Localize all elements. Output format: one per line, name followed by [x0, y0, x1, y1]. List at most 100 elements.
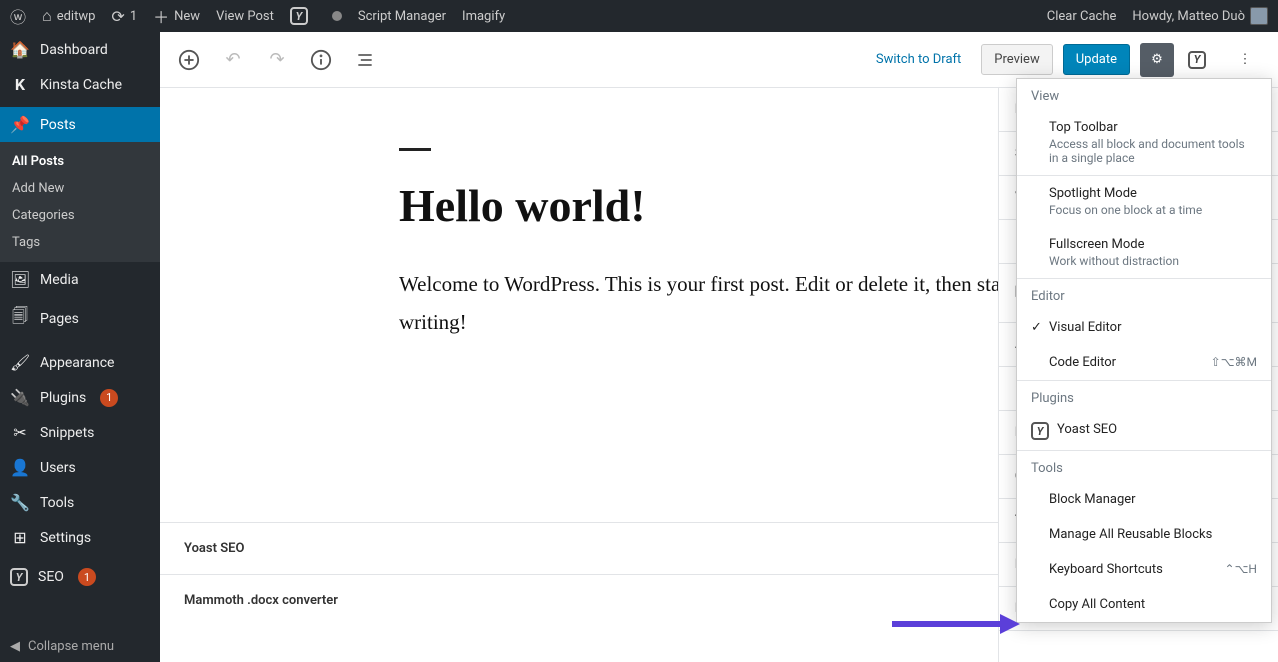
- menu-reusable-blocks[interactable]: Manage All Reusable Blocks: [1017, 517, 1271, 552]
- updates-link[interactable]: ⟳1: [111, 7, 137, 26]
- add-block-button[interactable]: [176, 47, 202, 73]
- wordpress-icon: ⓦ: [10, 4, 26, 28]
- sidebar-item-tools[interactable]: 🔧Tools: [0, 485, 160, 520]
- info-button[interactable]: [308, 47, 334, 73]
- site-name[interactable]: ⌂editwp: [42, 6, 95, 26]
- admin-bar: ⓦ ⌂editwp ⟳1 ＋ New View Post Y Script Man…: [0, 0, 1278, 32]
- menu-item-label: Visual Editor: [1049, 320, 1257, 335]
- sidebar-item-label: SEO: [38, 569, 64, 585]
- sidebar-item-users[interactable]: 👤Users: [0, 450, 160, 485]
- panel-title: Yoast SEO: [184, 541, 244, 556]
- switch-to-draft-button[interactable]: Switch to Draft: [876, 52, 961, 67]
- sidebar-item-appearance[interactable]: 🖌Appearance: [0, 345, 160, 380]
- sub-tags[interactable]: Tags: [0, 229, 160, 256]
- sub-all-posts[interactable]: All Posts: [0, 148, 160, 175]
- kebab-icon: ⋮: [1239, 52, 1252, 67]
- admin-bar-right: Clear Cache Howdy, Matteo Duò: [1047, 7, 1268, 25]
- yoast-icon: Y: [290, 7, 308, 25]
- admin-bar-left: ⓦ ⌂editwp ⟳1 ＋ New View Post Y Script Man…: [10, 4, 505, 28]
- sidebar-item-dashboard[interactable]: 🏠Dashboard: [0, 32, 160, 67]
- yoast-bar-item[interactable]: Y: [290, 7, 316, 25]
- list-icon: [355, 50, 375, 70]
- content-area: Hello world! Welcome to WordPress. This …: [359, 88, 1079, 402]
- sidebar-item-plugins[interactable]: 🔌Plugins1: [0, 380, 160, 415]
- site-name-label: editwp: [57, 9, 96, 24]
- menu-block-manager[interactable]: Block Manager: [1017, 482, 1271, 517]
- menu-fullscreen[interactable]: Fullscreen ModeWork without distraction: [1017, 227, 1271, 278]
- plus-icon: ＋: [153, 4, 169, 28]
- imagify-link[interactable]: Imagify: [462, 9, 505, 24]
- view-post-link[interactable]: View Post: [216, 9, 274, 24]
- wrench-icon: 🔧: [10, 493, 30, 512]
- dropdown-section-editor: Editor: [1017, 279, 1271, 310]
- sidebar-item-pages[interactable]: 🗐Pages: [0, 297, 160, 340]
- sidebar-item-snippets[interactable]: ✂Snippets: [0, 415, 160, 450]
- sidebar-item-label: Posts: [40, 117, 76, 133]
- avatar: [1250, 7, 1268, 25]
- sub-categories[interactable]: Categories: [0, 202, 160, 229]
- collapse-menu[interactable]: ◀Collapse menu: [0, 631, 160, 662]
- undo-button[interactable]: ↶: [220, 47, 246, 73]
- post-title[interactable]: Hello world!: [399, 179, 1039, 232]
- sidebar-item-settings[interactable]: ⊞Settings: [0, 520, 160, 555]
- sidebar-item-media[interactable]: 🖼Media: [0, 262, 160, 297]
- menu-top-toolbar[interactable]: Top ToolbarAccess all block and document…: [1017, 110, 1271, 175]
- sidebar-item-label: Appearance: [40, 355, 114, 371]
- yoast-icon: Y: [10, 568, 28, 586]
- sidebar-item-kinsta[interactable]: KKinsta Cache: [0, 67, 160, 102]
- toolbar-right: Switch to Draft Preview Update ⚙ Y ⋮: [876, 43, 1262, 77]
- menu-code-editor[interactable]: Code Editor ⇧⌥⌘M: [1017, 345, 1271, 380]
- panel-title: Mammoth .docx converter: [184, 593, 338, 608]
- new-link[interactable]: ＋ New: [153, 4, 200, 28]
- plus-circle-icon: [178, 49, 200, 71]
- menu-item-label: Yoast SEO: [1057, 422, 1257, 437]
- clear-cache-link[interactable]: Clear Cache: [1047, 9, 1117, 24]
- wp-logo[interactable]: ⓦ: [10, 4, 26, 28]
- menu-item-label: Manage All Reusable Blocks: [1049, 527, 1257, 542]
- sliders-icon: ⊞: [10, 528, 30, 547]
- menu-item-desc: Access all block and document tools in a…: [1049, 137, 1257, 165]
- sidebar-item-label: Plugins: [40, 390, 86, 406]
- updates-count: 1: [130, 9, 137, 24]
- script-manager-link[interactable]: Script Manager: [358, 9, 446, 24]
- more-options-dropdown: View Top ToolbarAccess all block and doc…: [1016, 78, 1272, 623]
- title-accent: [399, 148, 431, 151]
- post-body[interactable]: Welcome to WordPress. This is your first…: [399, 266, 1039, 342]
- menu-item-label: Code Editor: [1049, 355, 1211, 370]
- toolbar-left: ↶ ↷: [176, 47, 378, 73]
- dropdown-section-view: View: [1017, 79, 1271, 110]
- plug-icon: 🔌: [10, 388, 30, 407]
- pin-icon: 📌: [10, 115, 30, 134]
- sub-add-new[interactable]: Add New: [0, 175, 160, 202]
- menu-keyboard-shortcuts[interactable]: Keyboard Shortcuts ⌃⌥H: [1017, 552, 1271, 587]
- menu-item-shortcut: ⇧⌥⌘M: [1211, 355, 1257, 369]
- new-label: New: [174, 9, 200, 24]
- more-menu-button[interactable]: ⋮: [1228, 43, 1262, 77]
- outline-button[interactable]: [352, 47, 378, 73]
- menu-yoast[interactable]: Y Yoast SEO: [1017, 412, 1271, 450]
- yoast-icon: Y: [1188, 51, 1206, 69]
- gear-icon: ⚙: [1151, 52, 1163, 67]
- update-button[interactable]: Update: [1063, 44, 1130, 75]
- script-manager-label: Script Manager: [358, 9, 446, 24]
- settings-toggle-button[interactable]: ⚙: [1140, 43, 1174, 77]
- posts-submenu: All Posts Add New Categories Tags: [0, 142, 160, 262]
- status-dot-icon: [332, 11, 342, 21]
- preview-button[interactable]: Preview: [981, 44, 1052, 75]
- sidebar-item-posts[interactable]: 📌 Posts: [0, 107, 160, 142]
- collapse-label: Collapse menu: [28, 639, 114, 654]
- dropdown-section-tools: Tools: [1017, 451, 1271, 482]
- redo-button[interactable]: ↷: [264, 47, 290, 73]
- imagify-label: Imagify: [462, 9, 505, 24]
- menu-copy-all[interactable]: Copy All Content: [1017, 587, 1271, 622]
- sidebar-item-seo[interactable]: YSEO1: [0, 560, 160, 594]
- menu-visual-editor[interactable]: ✓ Visual Editor: [1017, 310, 1271, 345]
- menu-item-desc: Focus on one block at a time: [1049, 203, 1257, 217]
- menu-item-label: Spotlight Mode: [1049, 186, 1257, 201]
- menu-item-desc: Work without distraction: [1049, 254, 1257, 268]
- view-post-label: View Post: [216, 9, 274, 24]
- menu-spotlight[interactable]: Spotlight Mode Focus on one block at a ti…: [1017, 176, 1271, 227]
- sidebar-item-label: Users: [40, 460, 76, 476]
- howdy-link[interactable]: Howdy, Matteo Duò: [1132, 7, 1268, 25]
- yoast-toggle-button[interactable]: Y: [1184, 43, 1218, 77]
